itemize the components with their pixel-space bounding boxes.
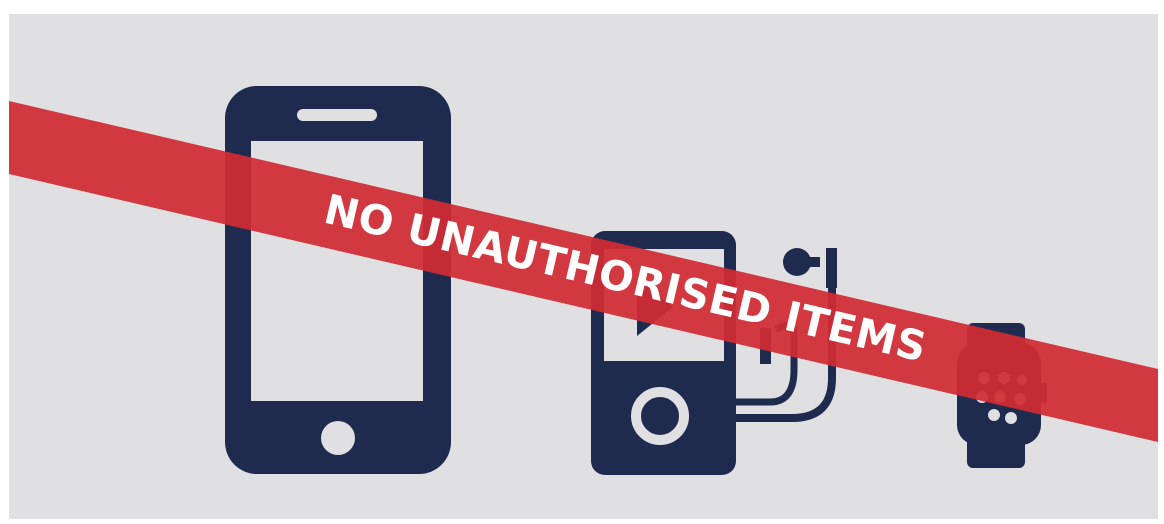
sign-illustration: NO UNAUTHORISED ITEMS — [9, 86, 1158, 475]
prohibition-banner: NO UNAUTHORISED ITEMS — [9, 101, 1158, 442]
sign-panel: NO UNAUTHORISED ITEMS — [9, 14, 1158, 519]
smartphone-icon — [225, 86, 451, 474]
